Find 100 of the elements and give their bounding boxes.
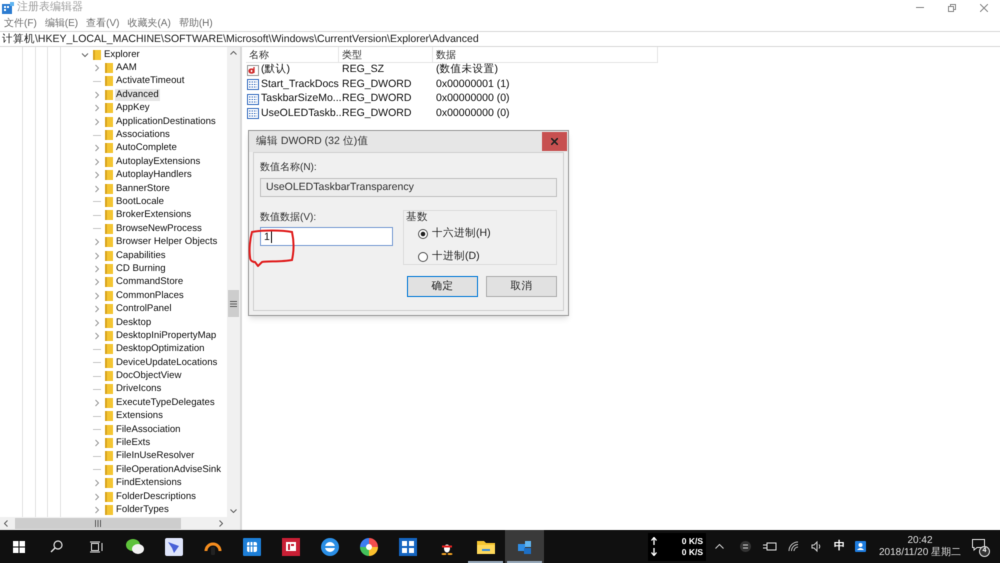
clock[interactable]: 20:42 2018/11/20 星期二 [874,534,966,558]
wifi-icon[interactable] [788,541,799,552]
tree-item[interactable]: AutoplayExtensions [115,156,202,168]
tree-item[interactable]: DeviceUpdateLocations [115,356,218,369]
menu-item[interactable]: 编辑(E) [44,16,78,30]
tree-item[interactable]: Browser Helper Objects [115,236,218,248]
close-icon [980,4,988,12]
tree-item[interactable]: ApplicationDestinations [115,116,217,128]
tree-item[interactable]: ControlPanel [115,303,172,316]
value-type: REG_DWORD [341,91,412,106]
menu-item[interactable]: 查看(V) [86,16,120,30]
tree-item[interactable]: FindExtensions [115,477,183,490]
chevron-up-icon[interactable] [715,544,724,549]
horizontal-scrollbar[interactable] [0,517,240,530]
folder-icon [105,451,113,462]
expand-chevron-icon[interactable] [93,158,101,166]
input-method-indicator[interactable]: 中 [834,538,845,555]
expand-chevron-icon[interactable] [93,439,101,448]
menu-item[interactable]: 收藏夹(A) [127,16,171,30]
folder-icon [105,424,113,435]
tree-item[interactable]: FileInUseResolver [115,450,196,462]
value-data: 0x00000000 (0) [435,106,510,121]
value-data: 0x00000001 (1) [435,76,510,92]
value-data-field[interactable]: 1 [260,227,394,246]
expand-chevron-icon[interactable] [93,305,101,314]
radio-button[interactable] [418,252,428,262]
tree-item[interactable]: ExecuteTypeDelegates [115,396,216,409]
scroll-up-icon[interactable] [230,51,237,55]
tray-circle-icon[interactable] [740,541,751,552]
expand-chevron-icon[interactable] [93,292,101,300]
tree-item[interactable]: FolderTypes [115,504,170,516]
dialog-close-button[interactable] [542,132,567,151]
vertical-scrollbar[interactable] [227,47,240,517]
tree-item[interactable]: AppKey [115,102,151,114]
column-header[interactable]: 名称 [246,47,339,63]
scroll-down-icon[interactable] [230,509,237,513]
expand-chevron-icon[interactable] [93,104,101,112]
person-badge-icon[interactable] [855,541,866,552]
tree-item[interactable]: Extensions [115,410,164,422]
tree-item[interactable]: AAM [115,62,138,74]
expand-chevron-icon[interactable] [81,50,89,59]
radio-label[interactable]: 十进制(D) [432,248,480,264]
scroll-thumb[interactable] [228,290,239,317]
folder-icon [105,290,113,301]
tree-item[interactable]: Associations [115,129,171,142]
value-name-field[interactable]: UseOLEDTaskbarTransparency [260,178,557,197]
tree-item[interactable]: AutoComplete [115,142,178,154]
scroll-thumb[interactable] [15,518,181,529]
tree-item[interactable]: BootLocale [115,196,166,208]
tree-item[interactable]: CD Burning [115,262,167,275]
menu-item[interactable]: 帮助(H) [178,16,213,30]
tree-item[interactable]: Desktop [115,316,152,328]
expand-chevron-icon[interactable] [93,398,101,407]
tree-item[interactable]: CommandStore [115,276,184,288]
expand-chevron-icon[interactable] [93,278,101,286]
tree-item[interactable]: Advanced [115,88,160,101]
tree-item[interactable]: Capabilities [115,250,167,262]
tree-item[interactable]: DriveIcons [115,383,162,396]
radio-label[interactable]: 十六进制(H) [432,226,491,242]
scroll-left-icon[interactable] [4,520,8,527]
expand-chevron-icon[interactable] [93,492,101,501]
expand-chevron-icon[interactable] [93,479,101,488]
expand-chevron-icon[interactable] [93,118,101,126]
tree-item[interactable]: FolderDescriptions [115,490,197,503]
expand-chevron-icon[interactable] [93,506,101,514]
tree-item[interactable]: BrokerExtensions [115,209,192,222]
expand-chevron-icon[interactable] [93,90,101,99]
expand-chevron-icon[interactable] [93,184,101,193]
tree-item[interactable]: BrowseNewProcess [115,222,203,235]
folder-icon [105,478,113,488]
tree-item[interactable]: DesktopIniPropertyMap [115,330,218,342]
power-plug-icon[interactable] [763,542,777,551]
tree-item[interactable]: BannerStore [115,182,171,195]
tree-item[interactable]: AutoplayHandlers [115,169,193,182]
expand-chevron-icon[interactable] [93,171,101,180]
dialog-button[interactable]: 确定 [407,276,478,297]
address-bar[interactable]: 计算机\HKEY_LOCAL_MACHINE\SOFTWARE\Microsoft\Windows\CurrentVersion\Explorer\Advanced [2,32,479,46]
menu-item[interactable]: 文件(F) [4,16,37,30]
tree-item[interactable]: FileExts [115,437,152,450]
expand-chevron-icon[interactable] [93,264,101,273]
column-header[interactable]: 数据 [433,47,658,63]
tree-item[interactable]: FileOperationAdviseSink [115,464,222,476]
tree-item[interactable]: ActivateTimeout [115,75,186,88]
column-header[interactable]: 类型 [339,47,433,63]
expand-chevron-icon[interactable] [93,238,101,246]
expand-chevron-icon[interactable] [93,332,101,340]
expand-chevron-icon[interactable] [93,252,101,260]
tree-item[interactable]: Explorer [103,48,141,61]
scroll-right-icon[interactable] [219,520,223,527]
volume-icon[interactable] [811,541,823,552]
expand-chevron-icon[interactable] [93,144,101,152]
tree-item[interactable]: CommonPlaces [115,290,185,302]
tree-item[interactable]: DocObjectView [115,370,182,382]
expand-chevron-icon[interactable] [93,318,101,326]
grip-icon [230,300,237,306]
radio-button[interactable] [418,228,428,239]
expand-chevron-icon[interactable] [93,64,101,72]
tree-item[interactable]: FileAssociation [115,424,182,436]
dialog-button[interactable]: 取消 [486,276,557,297]
tree-item[interactable]: DesktopOptimization [115,343,206,356]
